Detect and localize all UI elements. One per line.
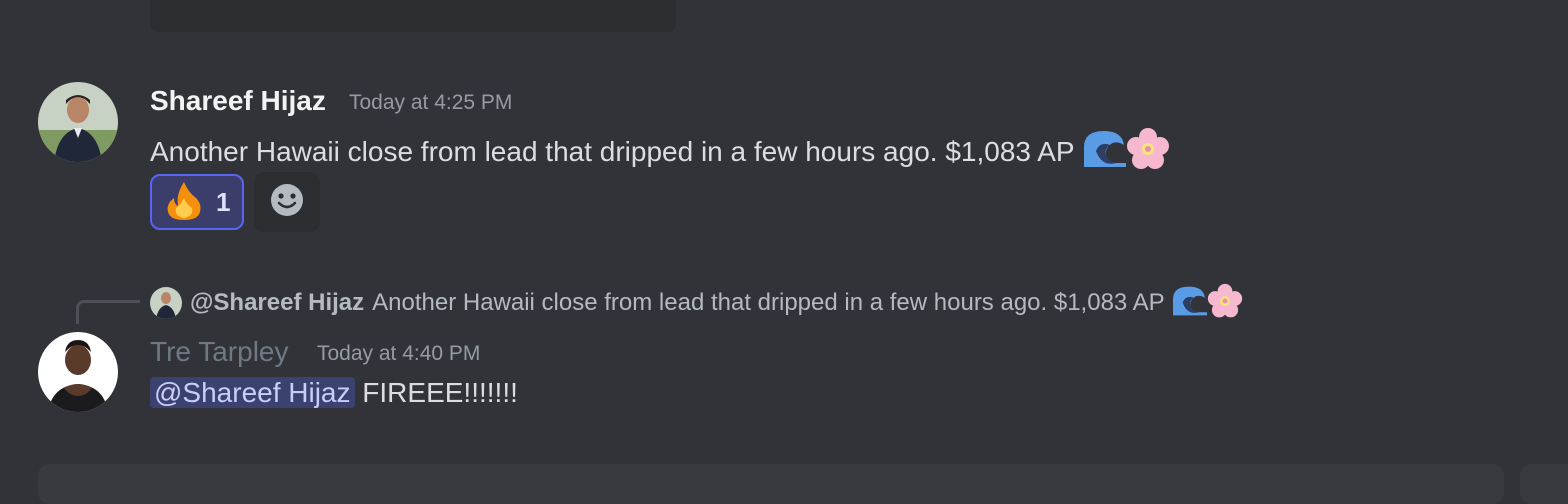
- water-wave-icon: [1171, 285, 1208, 322]
- cherry-blossom-icon: [1126, 127, 1170, 180]
- previous-embed: [150, 0, 676, 32]
- message-text: FIREEE!!!!!!!: [362, 377, 518, 408]
- reply-spine: [76, 300, 140, 324]
- reply-preview[interactable]: @Shareef Hijaz Another Hawaii close from…: [150, 283, 1243, 322]
- message-input-bar[interactable]: [38, 464, 1504, 504]
- message-author[interactable]: Shareef Hijaz: [150, 83, 326, 119]
- water-wave-icon: [1082, 129, 1128, 178]
- reaction-count: 1: [216, 186, 231, 217]
- message-author[interactable]: Tre Tarpley: [150, 334, 289, 370]
- reply-author[interactable]: @Shareef Hijaz: [190, 289, 364, 317]
- fire-icon: [164, 180, 204, 225]
- message-timestamp: Today at 4:25 PM: [349, 91, 513, 114]
- message-timestamp: Today at 4:40 PM: [317, 342, 481, 365]
- side-panel: [1520, 464, 1568, 504]
- cherry-blossom-icon: [1207, 283, 1243, 324]
- add-reaction-button[interactable]: [254, 172, 320, 232]
- reaction-fire[interactable]: 1: [150, 174, 244, 230]
- user-mention[interactable]: @Shareef Hijaz: [150, 377, 355, 408]
- reactions-bar: 1: [150, 172, 320, 232]
- smiley-icon: [269, 182, 305, 223]
- avatar[interactable]: [38, 332, 118, 412]
- message-text: Another Hawaii close from lead that drip…: [150, 135, 1075, 167]
- reply-text: Another Hawaii close from lead that drip…: [372, 289, 1165, 316]
- avatar[interactable]: [38, 82, 118, 162]
- message-content: @Shareef Hijaz FIREEE!!!!!!!: [150, 375, 518, 411]
- reply-avatar: [150, 287, 182, 319]
